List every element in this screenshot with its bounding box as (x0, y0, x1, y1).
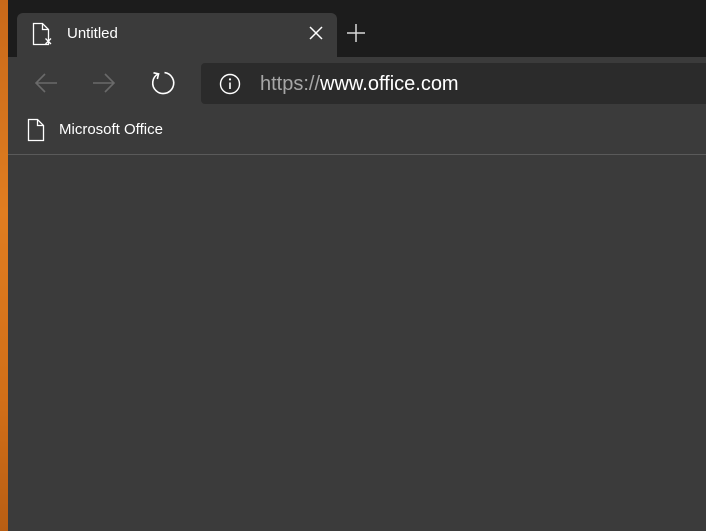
refresh-button[interactable] (149, 69, 177, 97)
page-icon (26, 118, 46, 142)
info-icon[interactable] (219, 73, 241, 95)
arrow-right-icon (93, 73, 116, 93)
tab-strip: Untitled (8, 0, 706, 57)
arrow-left-icon (34, 73, 57, 93)
refresh-icon (151, 71, 175, 95)
plus-icon (347, 24, 365, 42)
url-scheme: https:// (260, 73, 321, 95)
browser-window: Untitled https://www.office.com Microsof… (8, 0, 706, 531)
navigation-toolbar: https://www.office.com (8, 57, 706, 110)
tab-title: Untitled (67, 25, 118, 42)
page-error-icon (31, 22, 53, 46)
favorite-label: Microsoft Office (59, 121, 163, 138)
desktop-background-strip (0, 0, 8, 531)
new-tab-button[interactable] (344, 21, 368, 45)
tab-untitled[interactable]: Untitled (17, 13, 337, 57)
favorites-bar: Microsoft Office (8, 110, 706, 155)
page-content-area[interactable] (8, 155, 706, 531)
url-host: www.office.com (320, 73, 459, 95)
address-bar[interactable]: https://www.office.com (201, 63, 706, 104)
close-icon[interactable] (308, 25, 324, 41)
url-text[interactable]: https://www.office.com (260, 72, 459, 96)
forward-button[interactable] (90, 69, 118, 97)
back-button[interactable] (32, 69, 60, 97)
